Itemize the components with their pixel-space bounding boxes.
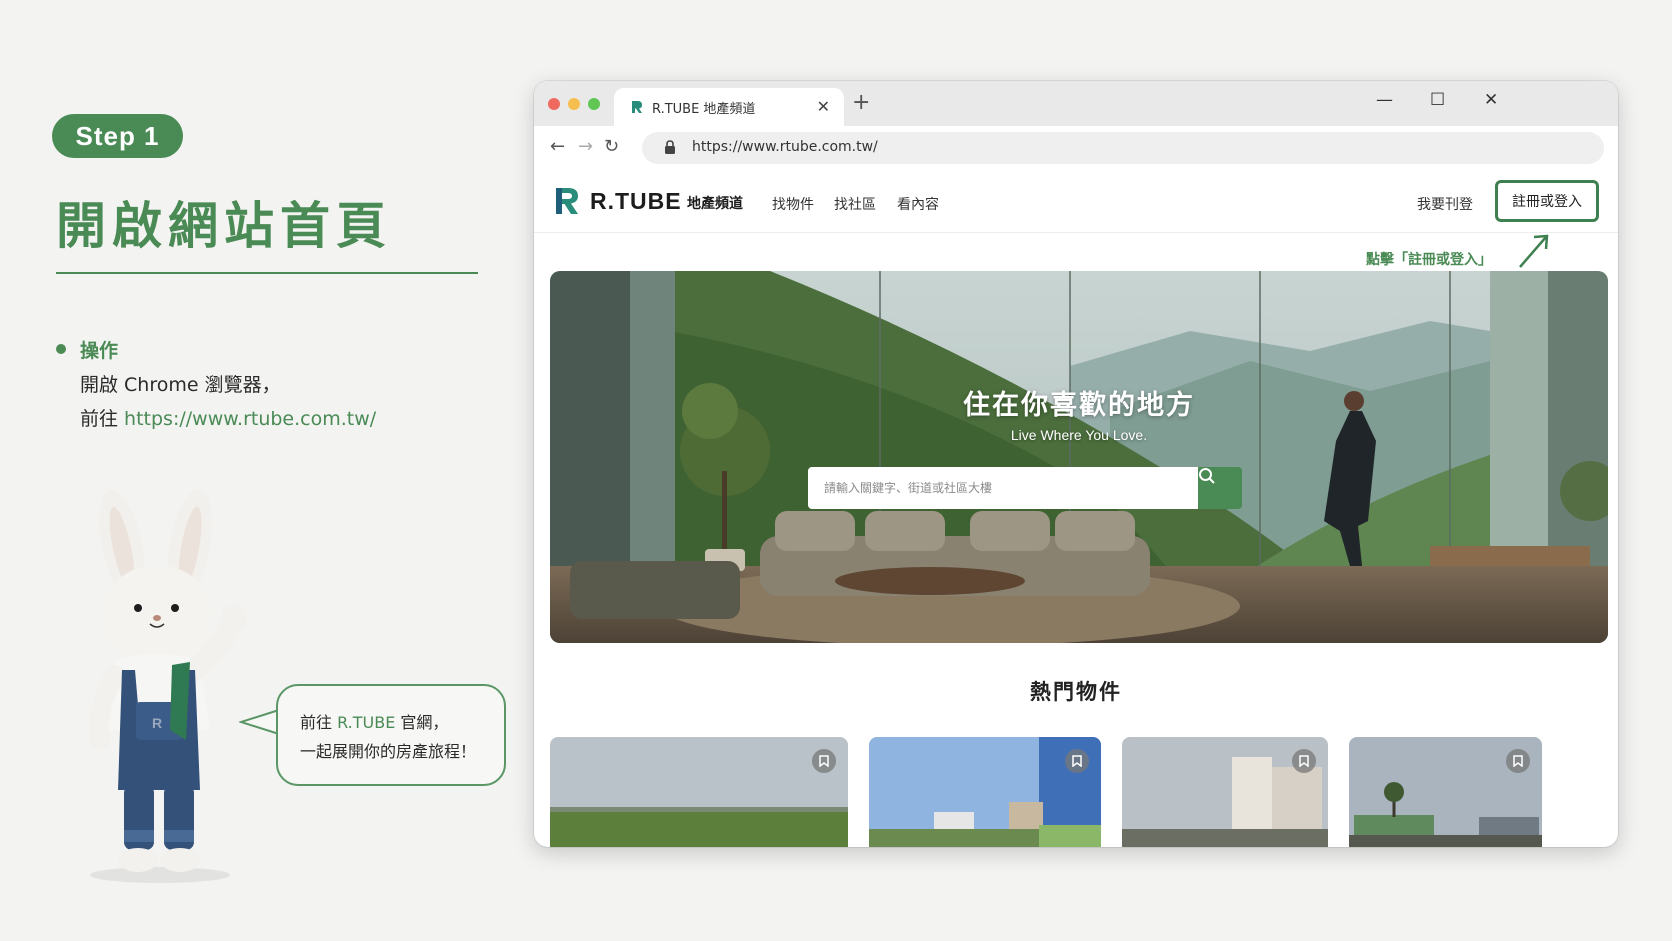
hero-background-image: [550, 271, 1608, 643]
nav-find-community[interactable]: 找社區: [834, 194, 876, 214]
speech-bubble: 前往 R.TUBE 官網， 一起展開你的房產旅程！: [276, 684, 506, 786]
browser-window: R.TUBE 地產頻道 ✕ + — ☐ ✕ ← → ↻ https://www.…: [534, 81, 1618, 847]
bookmark-icon[interactable]: [812, 749, 836, 773]
hero-subtitle: Live Where You Love.: [1010, 427, 1148, 443]
tab-title: R.TUBE 地產頻道: [652, 101, 756, 117]
back-arrow-icon[interactable]: ←: [550, 136, 565, 157]
title-divider: [56, 272, 478, 274]
search-input[interactable]: [808, 467, 1198, 509]
listing-card[interactable]: [550, 737, 848, 847]
instruction-line-2: 前往 https://www.rtube.com.tw/: [80, 404, 376, 431]
close-window-dot[interactable]: [548, 98, 560, 110]
hero-title: 住在你喜歡的地方: [963, 390, 1195, 421]
bullet-dot: [56, 344, 66, 354]
bookmark-icon[interactable]: [1506, 749, 1530, 773]
listing-card[interactable]: [869, 737, 1101, 847]
browser-toolbar: ← → ↻ https://www.rtube.com.tw/: [534, 126, 1618, 171]
minimize-window-dot[interactable]: [568, 98, 580, 110]
search-icon: [1199, 468, 1215, 484]
search-button[interactable]: [1198, 467, 1242, 509]
reload-icon[interactable]: ↻: [604, 136, 619, 157]
bubble-line-2: 一起展開你的房產旅程！: [300, 742, 477, 761]
close-button[interactable]: ✕: [1484, 90, 1498, 110]
page-title: 開啟網站首頁: [56, 197, 392, 255]
url-text: https://www.rtube.com.tw/: [692, 139, 878, 155]
rtube-logo-icon[interactable]: [554, 186, 580, 216]
search-bar: [808, 467, 1242, 509]
section-title: 熱門物件: [1030, 680, 1122, 704]
site-header: R.TUBE 地產頻道 找物件 找社區 看內容 我要刊登 註冊或登入: [534, 170, 1618, 233]
post-listing-link[interactable]: 我要刊登: [1417, 194, 1473, 214]
svg-text:R: R: [152, 715, 162, 731]
arrow-annotation-icon: [1519, 234, 1549, 268]
operation-label: 操作: [80, 340, 119, 362]
forward-arrow-icon[interactable]: →: [578, 136, 593, 157]
tab-close-icon[interactable]: ✕: [817, 97, 830, 116]
bubble-line-1: 前往 R.TUBE 官網，: [300, 713, 449, 732]
minimize-button[interactable]: —: [1376, 90, 1393, 110]
listing-card[interactable]: [1122, 737, 1328, 847]
lock-icon: [665, 140, 675, 154]
instruction-prefix: 前往: [80, 408, 125, 430]
listing-photo: [550, 737, 848, 847]
logo-text[interactable]: R.TUBE: [590, 188, 682, 215]
instruction-line-1: 開啟 Chrome 瀏覽器，: [80, 374, 281, 396]
speech-bubble-tail: [239, 709, 280, 735]
maximize-button[interactable]: ☐: [1430, 90, 1445, 110]
zoom-window-dot[interactable]: [588, 98, 600, 110]
instruction-url-link[interactable]: https://www.rtube.com.tw/: [124, 408, 376, 430]
browser-tab[interactable]: R.TUBE 地產頻道 ✕: [614, 88, 844, 126]
rabbit-mascot-image: R: [89, 490, 247, 883]
register-login-button[interactable]: 註冊或登入: [1495, 180, 1599, 222]
step-badge: Step 1: [52, 114, 183, 158]
nav-find-listings[interactable]: 找物件: [772, 194, 814, 214]
click-annotation: 點擊「註冊或登入」: [1366, 252, 1492, 268]
address-bar[interactable]: https://www.rtube.com.tw/: [642, 132, 1604, 164]
listing-card[interactable]: [1349, 737, 1542, 847]
rtube-favicon-icon: [632, 101, 642, 113]
hero-banner: 住在你喜歡的地方 Live Where You Love.: [550, 271, 1608, 643]
new-tab-button[interactable]: +: [852, 90, 870, 115]
nav-view-content[interactable]: 看內容: [897, 194, 939, 214]
bookmark-icon[interactable]: [1292, 749, 1316, 773]
bookmark-icon[interactable]: [1065, 749, 1089, 773]
tab-bar: R.TUBE 地產頻道 ✕ + — ☐ ✕: [534, 81, 1618, 126]
logo-subtitle: 地產頻道: [687, 196, 743, 212]
